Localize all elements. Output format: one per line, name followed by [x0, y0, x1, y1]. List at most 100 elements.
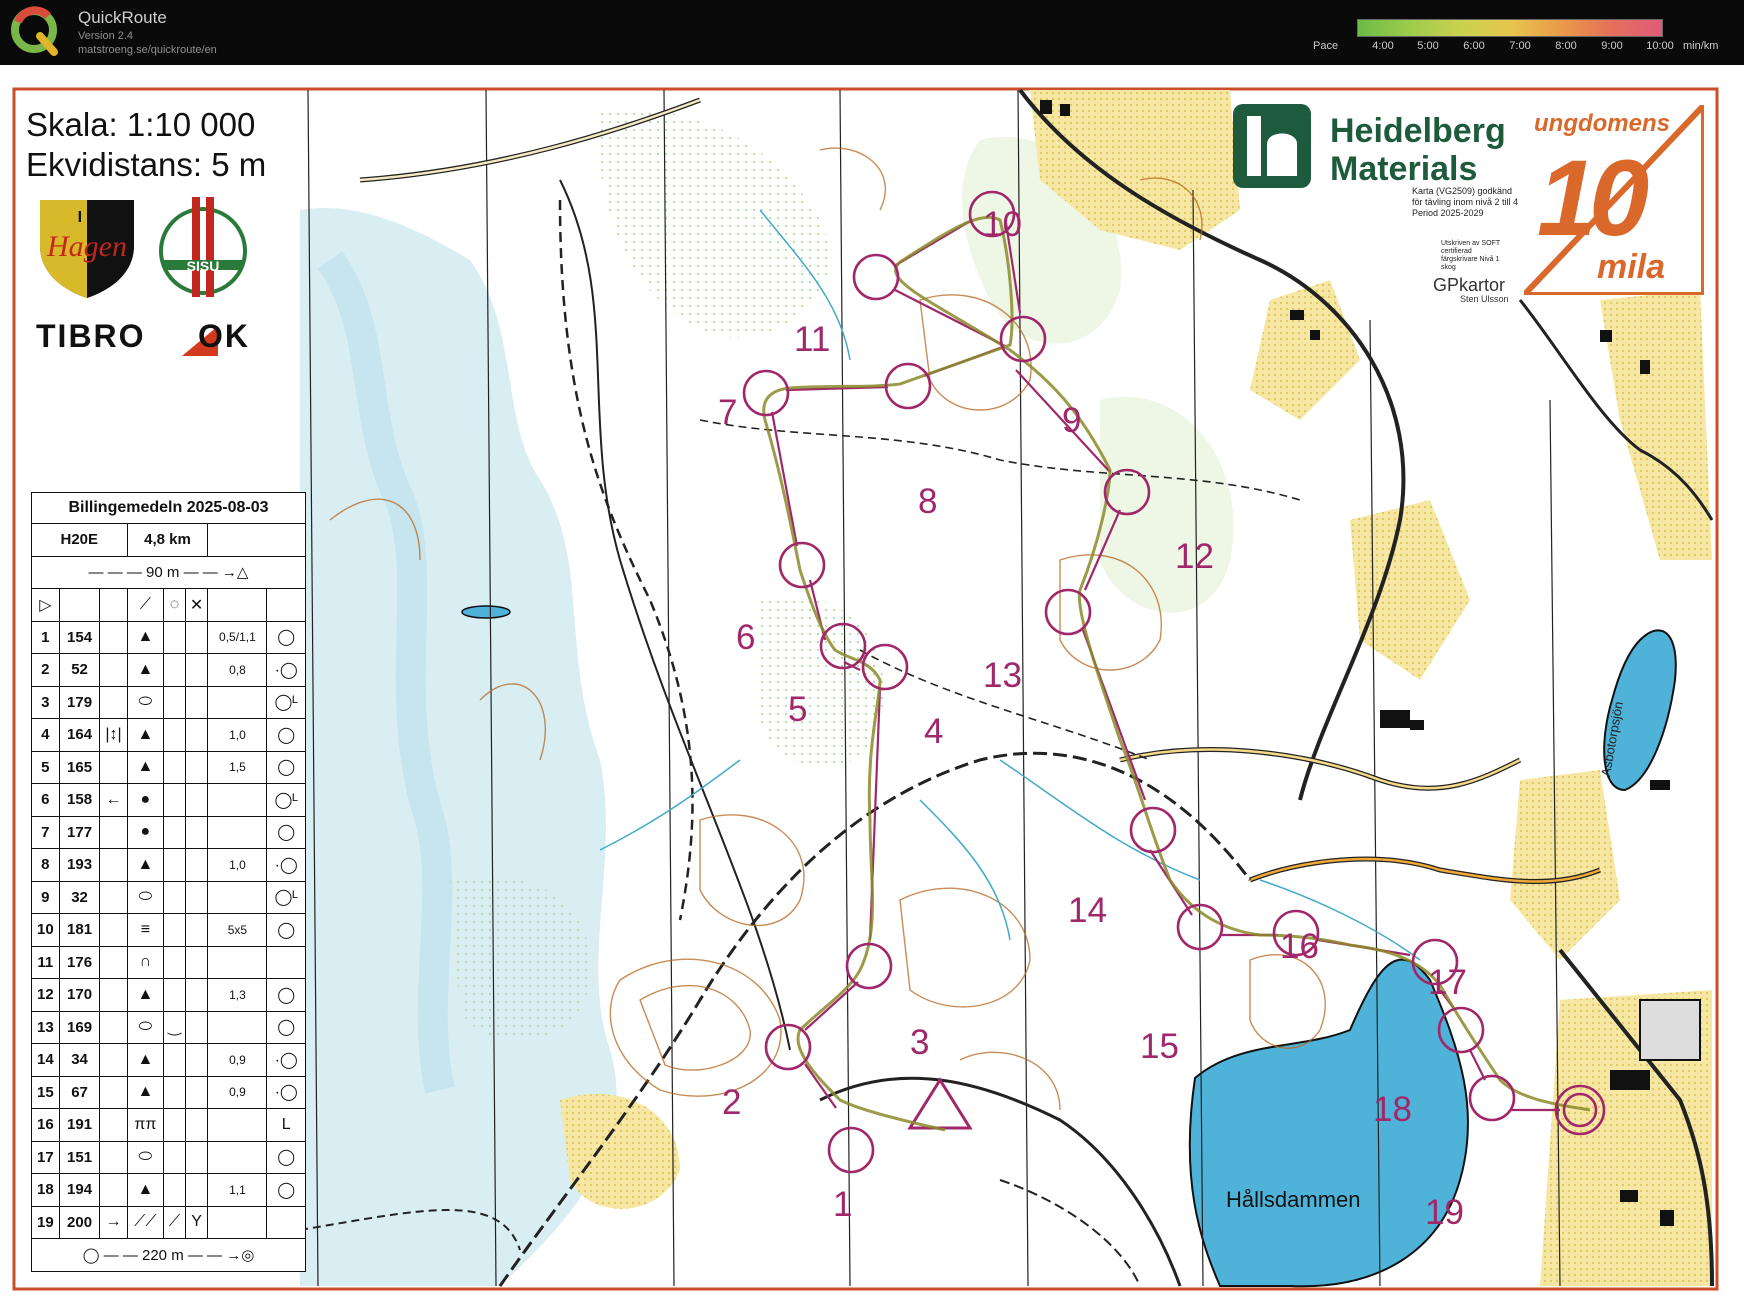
description-cell-h: ◯: [266, 1010, 306, 1044]
description-cell-d: ▲: [126, 1075, 165, 1109]
description-cell-c: [99, 1173, 128, 1207]
description-cell-code: 165: [58, 750, 101, 784]
description-cell-h: ◯: [266, 1173, 306, 1207]
description-cell-g: 0,5/1,1: [207, 620, 268, 654]
description-row: 17 151 ⬭ ◯: [31, 1140, 306, 1174]
control-number: 14: [1068, 891, 1107, 930]
description-cell-num: 10: [31, 913, 60, 947]
description-cell-f: [184, 718, 209, 752]
description-cell-g: 0,9: [207, 1043, 268, 1077]
start-row: ▷ ⟋ ◌ ✕: [31, 588, 306, 622]
svg-text:I F: I F: [78, 209, 97, 226]
description-cell-num: 15: [31, 1075, 60, 1109]
description-cell-g: 1,1: [207, 1173, 268, 1207]
start-triangle-icon: ▷: [31, 588, 60, 622]
description-cell-num: 7: [31, 815, 60, 849]
description-cell-f: [184, 848, 209, 882]
control-number: 17: [1428, 963, 1467, 1002]
description-cell-e: [163, 653, 186, 687]
pace-tick: 8:00: [1555, 40, 1577, 52]
description-cell-c: |↕|: [99, 718, 128, 752]
description-cell-e: [163, 945, 186, 979]
description-row: 7 177 ● ◯: [31, 815, 306, 849]
start-marked-distance: 90 m: [146, 564, 180, 582]
description-cell-e: ‿: [163, 1010, 186, 1044]
description-row: 13 169 ⬭ ‿ ◯: [31, 1010, 306, 1044]
description-cell-f: [184, 945, 209, 979]
description-cell-f: [184, 1010, 209, 1044]
description-cell-code: 67: [58, 1075, 101, 1109]
app-url-link[interactable]: matstroeng.se/quickroute/en: [78, 44, 217, 56]
pace-tick: 7:00: [1509, 40, 1531, 52]
description-cell-c: [99, 750, 128, 784]
description-cell-d: ▲: [126, 718, 165, 752]
description-cell-d: ⬭: [126, 685, 165, 719]
mapper-name: GPkartor: [1433, 275, 1506, 295]
description-cell-code: 177: [58, 815, 101, 849]
description-cell-h: ◯ᴸ: [266, 880, 306, 914]
description-cell-f: [184, 978, 209, 1012]
description-cell-c: ←: [99, 783, 128, 817]
description-cell-d: ≡: [126, 913, 165, 947]
description-cell-c: [99, 913, 128, 947]
description-cell-g: [207, 815, 268, 849]
description-cell-g: [207, 1140, 268, 1174]
description-cell-g: [207, 880, 268, 914]
description-cell-g: 5x5: [207, 913, 268, 947]
description-row: 19 200 → ⟋⟋ ⟋ Y: [31, 1205, 306, 1239]
description-cell-f: [184, 1108, 209, 1142]
description-cell-g: [207, 685, 268, 719]
event-title: Billingemedeln 2025-08-03: [31, 492, 306, 524]
description-cell-d: ⬭: [126, 1010, 165, 1044]
description-cell-c: [99, 685, 128, 719]
description-cell-d: ⬭: [126, 880, 165, 914]
control-number: 7: [718, 393, 738, 432]
description-cell-g: 1,3: [207, 978, 268, 1012]
certification2-text: Utskriven av SOFT certifierad färgskriva…: [1441, 240, 1500, 271]
description-cell-code: 164: [58, 718, 101, 752]
description-cell-d: ▲: [126, 653, 165, 687]
description-cell-f: [184, 913, 209, 947]
description-cell-e: [163, 913, 186, 947]
ten-mila-bottom-text: mila: [1597, 248, 1666, 286]
description-cell-d: ●: [126, 783, 165, 817]
control-number: 4: [924, 712, 944, 751]
description-cell-e: [163, 848, 186, 882]
control-number: 12: [1175, 537, 1214, 576]
finish-marked-route: ◯ — — 220 m — — →◎: [31, 1238, 306, 1272]
description-cell-d: ⬭: [126, 1140, 165, 1174]
description-cell-d: ▲: [126, 1043, 165, 1077]
pace-tick: 6:00: [1463, 40, 1485, 52]
title-bar: QuickRoute Version 2.4 matstroeng.se/qui…: [0, 0, 1744, 65]
description-cell-c: [99, 653, 128, 687]
control-number: 8: [918, 482, 938, 521]
description-cell-d: ▲: [126, 978, 165, 1012]
description-cell-e: ⟋: [163, 1205, 186, 1239]
description-cell-c: [99, 945, 128, 979]
description-cell-code: 170: [58, 978, 101, 1012]
description-cell-code: 32: [58, 880, 101, 914]
description-cell-f: [184, 880, 209, 914]
description-cell-f: [184, 685, 209, 719]
pace-unit: min/km: [1683, 40, 1719, 52]
contour-interval-label: Ekvidistans: 5 m: [26, 146, 267, 183]
description-row: 16 191 ππ L: [31, 1108, 306, 1142]
description-cell-g: 0,9: [207, 1075, 268, 1109]
ten-mila-top-text: ungdomens: [1534, 110, 1670, 137]
description-cell-h: ◯: [266, 718, 306, 752]
class-name: H20E: [31, 523, 128, 557]
description-row: 3 179 ⬭ ◯ᴸ: [31, 685, 306, 719]
description-cell-f: [184, 783, 209, 817]
description-cell-h: ·◯: [266, 848, 306, 882]
description-cell-code: 169: [58, 1010, 101, 1044]
start-marked-route: — — — 90 m — — →△: [31, 555, 306, 589]
description-cell-num: 8: [31, 848, 60, 882]
description-cell-d: ∩: [126, 945, 165, 979]
description-cell-num: 18: [31, 1173, 60, 1207]
description-cell-code: 179: [58, 685, 101, 719]
description-cell-code: 52: [58, 653, 101, 687]
control-number: 5: [788, 690, 808, 729]
description-cell-h: ◯ᴸ: [266, 685, 306, 719]
description-row: 2 52 ▲ 0,8 ·◯: [31, 653, 306, 687]
pace-tick: 5:00: [1417, 40, 1439, 52]
